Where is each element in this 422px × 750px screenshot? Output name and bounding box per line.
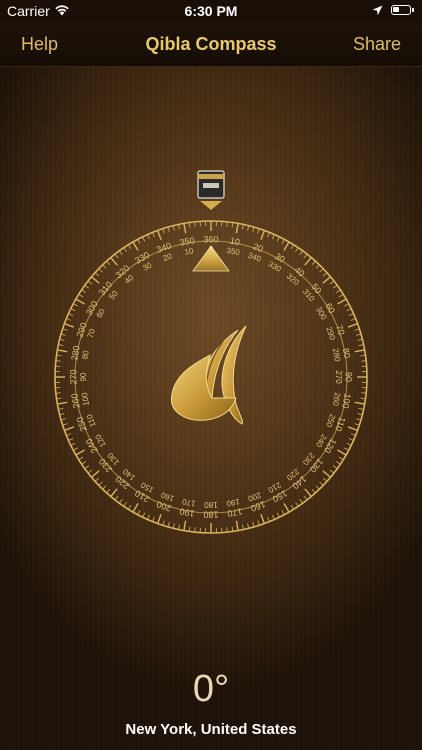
dial-tick [75, 449, 85, 456]
dial-label: 270 [68, 369, 78, 384]
dial-tick [260, 230, 266, 241]
dial-tick [283, 503, 290, 513]
dial-tick [304, 488, 312, 497]
dial-label: 90 [79, 372, 88, 381]
dial-label: 350 [226, 246, 241, 257]
dial-tick [156, 513, 162, 524]
dial-tick [354, 401, 365, 405]
location-label: New York, United States [125, 721, 297, 738]
dial-tick [110, 257, 118, 266]
dial-tick [235, 223, 239, 234]
dial-tick [75, 298, 85, 305]
dial-tick [322, 470, 331, 478]
dial-label: 90 [344, 372, 354, 382]
dial-tick [57, 401, 68, 405]
dial-tick [91, 276, 100, 284]
compass-dial[interactable]: 360 10 20304050607080901001101201301401501… [0, 0, 422, 750]
triangle-pointer-icon [192, 245, 230, 272]
dial-label: 190 [225, 497, 240, 508]
dial-tick [91, 470, 100, 478]
dial-tick [57, 349, 68, 353]
dial-tick [132, 503, 139, 513]
kaaba-icon [197, 170, 225, 210]
dial-label: 10 [229, 236, 241, 248]
dial-tick [337, 298, 347, 305]
dial-tick [260, 513, 266, 524]
dial-tick [64, 322, 75, 328]
dial-label: 80 [341, 347, 353, 359]
dial-label: 260 [331, 392, 342, 407]
dial-tick [347, 322, 358, 328]
dial-tick [183, 223, 187, 234]
dial-tick [337, 449, 347, 456]
dial-label: 280 [331, 348, 342, 363]
dial-label: 70 [86, 327, 98, 339]
dial-label: 360 [203, 234, 218, 244]
heading-readout: 0° [192, 668, 230, 710]
dial-tick [183, 520, 187, 531]
dial-tick [132, 241, 139, 251]
dial-tick [322, 276, 331, 284]
dial-tick [283, 241, 290, 251]
dial-tick [235, 520, 239, 531]
dial-label: 100 [80, 391, 91, 406]
dial-label: 10 [184, 246, 195, 257]
dial-tick [354, 349, 365, 353]
dial-label: 80 [80, 349, 91, 360]
dial-label: 180 [203, 510, 218, 520]
dial-label: 170 [181, 497, 196, 508]
dial-label: 350 [179, 235, 196, 247]
dial-tick [64, 426, 75, 432]
dial-label: 270 [334, 370, 343, 384]
dial-label: 20 [162, 251, 174, 263]
dial-tick [156, 230, 162, 241]
dial-tick [347, 426, 358, 432]
dial-tick [110, 488, 118, 497]
qibla-emblem-icon [170, 325, 247, 425]
dial-label: 180 [204, 500, 218, 509]
dial-tick [304, 257, 312, 266]
